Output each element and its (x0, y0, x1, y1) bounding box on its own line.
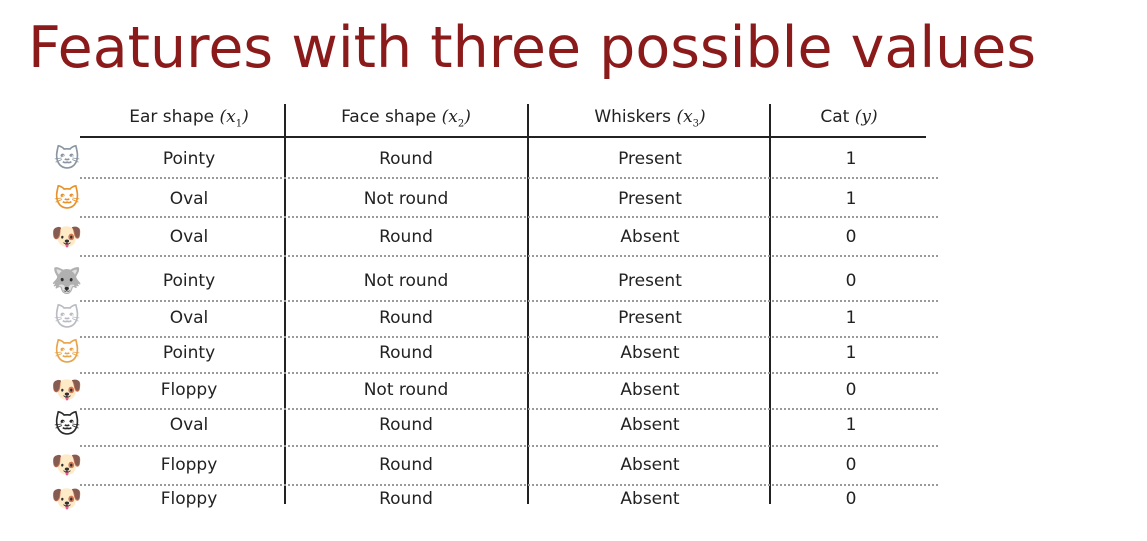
cell-whiskers: Absent (620, 343, 680, 363)
cell-cat: 1 (845, 149, 857, 169)
cell-cat: 0 (845, 271, 857, 291)
cell-whiskers: Present (618, 308, 682, 328)
row-separator (80, 336, 938, 338)
header-variable: (y) (854, 107, 878, 127)
row-separator (80, 177, 938, 179)
row-separator (80, 484, 938, 486)
header-variable: (x3) (676, 107, 706, 130)
cell-ear-shape: Floppy (160, 489, 218, 509)
cell-cat: 0 (845, 489, 857, 509)
cell-cat: 1 (845, 189, 857, 209)
header-variable: (x1) (219, 107, 249, 130)
column-divider (527, 104, 529, 504)
cell-ear-shape: Oval (169, 189, 209, 209)
cell-face-shape: Not round (363, 380, 449, 400)
row-separator (80, 255, 938, 257)
row-separator (80, 216, 938, 218)
header-ear-shape: Ear shape (x1) (96, 102, 282, 132)
cell-face-shape: Not round (363, 189, 449, 209)
cell-face-shape: Round (379, 149, 433, 169)
golden-dog-icon: 🐶 (51, 375, 83, 404)
cell-whiskers: Absent (620, 489, 680, 509)
row-separator (80, 408, 938, 410)
cell-whiskers: Absent (620, 415, 680, 435)
cell-whiskers: Absent (620, 455, 680, 475)
cell-face-shape: Round (379, 415, 433, 435)
cell-ear-shape: Oval (169, 308, 209, 328)
cell-ear-shape: Oval (169, 227, 209, 247)
header-variable: (x2) (441, 107, 471, 130)
cell-ear-shape: Pointy (162, 271, 216, 291)
header-face-shape: Face shape (x2) (288, 102, 524, 132)
cell-whiskers: Absent (620, 227, 680, 247)
row-separator (80, 372, 938, 374)
orange-cat-icon: 🐱 (53, 184, 81, 213)
cell-face-shape: Round (379, 343, 433, 363)
row-separator (80, 445, 938, 447)
column-divider (284, 104, 286, 504)
header-label: Face shape (341, 107, 437, 127)
cell-whiskers: Present (618, 149, 682, 169)
header-cat: Cat (y) (774, 102, 924, 132)
cell-face-shape: Not round (363, 271, 449, 291)
cell-whiskers: Present (618, 271, 682, 291)
brown-dog-icon: 🐶 (51, 450, 83, 479)
header-label: Ear shape (129, 107, 215, 127)
cell-face-shape: Round (379, 227, 433, 247)
header-label: Whiskers (594, 107, 672, 127)
slide-title: Features with three possible values (28, 15, 1037, 81)
wolf-dog-icon: 🐺 (51, 266, 83, 295)
fluffy-dog-icon: 🐶 (51, 222, 83, 251)
cell-cat: 1 (845, 308, 857, 328)
cell-face-shape: Round (379, 455, 433, 475)
white-cat-icon: 🐱 (53, 303, 81, 332)
cell-cat: 0 (845, 380, 857, 400)
cell-whiskers: Absent (620, 380, 680, 400)
gray-cat-icon: 🐱 (53, 144, 81, 173)
cell-whiskers: Present (618, 189, 682, 209)
black-white-cat-icon: 🐱 (53, 410, 81, 439)
cell-face-shape: Round (379, 489, 433, 509)
column-divider (769, 104, 771, 504)
ginger-cat-icon: 🐱 (53, 338, 81, 367)
cell-face-shape: Round (379, 308, 433, 328)
cell-cat: 0 (845, 227, 857, 247)
cell-ear-shape: Floppy (160, 455, 218, 475)
cell-cat: 0 (845, 455, 857, 475)
header-divider (80, 136, 926, 138)
slide: Features with three possible values Ear … (0, 0, 1147, 541)
cell-ear-shape: Floppy (160, 380, 218, 400)
cell-cat: 1 (845, 343, 857, 363)
cell-cat: 1 (845, 415, 857, 435)
header-whiskers: Whiskers (x3) (532, 102, 768, 132)
cell-ear-shape: Oval (169, 415, 209, 435)
cell-ear-shape: Pointy (162, 149, 216, 169)
cell-ear-shape: Pointy (162, 343, 216, 363)
shaggy-dog-icon: 🐶 (51, 484, 83, 513)
row-separator (80, 300, 938, 302)
header-label: Cat (820, 107, 850, 127)
